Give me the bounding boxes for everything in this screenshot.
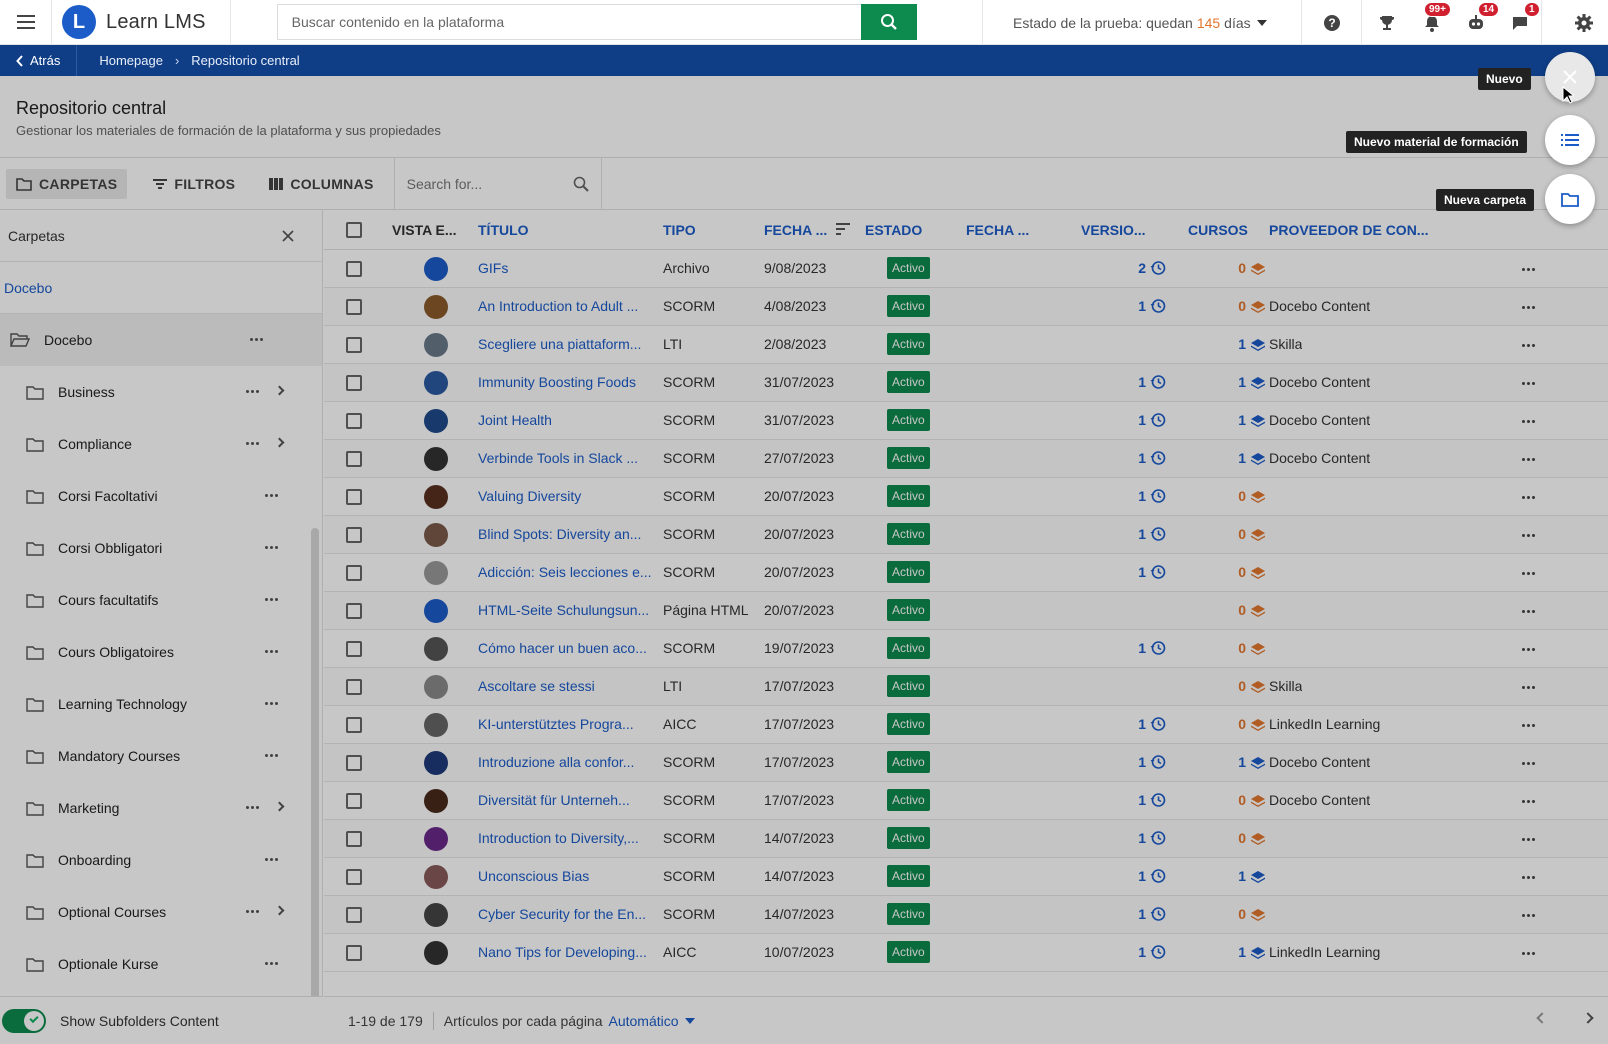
search-button[interactable] (860, 4, 917, 40)
folder-icon (1561, 192, 1579, 207)
messages-badge: 1 (1524, 2, 1540, 17)
new-folder-label[interactable]: Nueva carpeta (1436, 189, 1535, 211)
help-icon: ? (1323, 14, 1340, 31)
logo[interactable]: L Learn LMS (52, 0, 231, 45)
list-icon (1561, 134, 1579, 146)
help-button[interactable]: ? (1302, 0, 1362, 45)
gear-icon (1575, 13, 1593, 32)
breadcrumb-current: Repositorio central (191, 53, 300, 68)
mouse-cursor-icon (1562, 86, 1574, 104)
search-input[interactable]: Buscar contenido en la plataforma (276, 4, 861, 40)
new-training-material-button[interactable] (1545, 115, 1595, 165)
notifications-badge: 99+ (1424, 2, 1451, 17)
gamification-badge: 14 (1478, 2, 1500, 17)
new-training-material-label[interactable]: Nuevo material de formación (1346, 131, 1527, 153)
chat-icon (1512, 16, 1527, 30)
back-button[interactable]: Atrás (0, 45, 78, 76)
trial-prefix: Estado de la prueba: quedan (1013, 14, 1193, 31)
trial-days: 145 (1196, 14, 1221, 31)
top-bar: L Learn LMS Buscar contenido en la plata… (0, 0, 1608, 45)
trophy-icon (1380, 15, 1394, 30)
gamification-button[interactable]: 14 (1454, 0, 1500, 45)
breadcrumb-home[interactable]: Homepage (77, 53, 175, 68)
fab-backdrop[interactable]: Nuevo Nuevo material de formación Nueva … (0, 52, 1608, 1044)
global-search: Buscar contenido en la plataforma (276, 4, 917, 40)
svg-text:?: ? (1328, 16, 1335, 30)
breadcrumb: Atrás Homepage › Repositorio central (0, 45, 1608, 76)
trial-status[interactable]: Estado de la prueba: quedan 145 días (982, 0, 1302, 45)
app-name: Learn LMS (106, 10, 206, 33)
notifications-button[interactable]: 99+ (1410, 0, 1454, 45)
menu-icon[interactable] (0, 0, 52, 45)
search-icon (880, 14, 897, 30)
chevron-left-icon (16, 54, 23, 67)
settings-button[interactable] (1560, 0, 1608, 45)
logo-icon: L (62, 5, 96, 39)
chevron-down-icon (1256, 19, 1267, 26)
close-icon (1563, 70, 1577, 84)
new-folder-button[interactable] (1545, 174, 1595, 224)
trial-suffix: días (1224, 14, 1251, 31)
messages-button[interactable]: 1 (1498, 0, 1542, 45)
back-label: Atrás (30, 53, 61, 68)
fab-main-label: Nuevo (1478, 68, 1531, 90)
trophy-button[interactable] (1364, 0, 1410, 45)
